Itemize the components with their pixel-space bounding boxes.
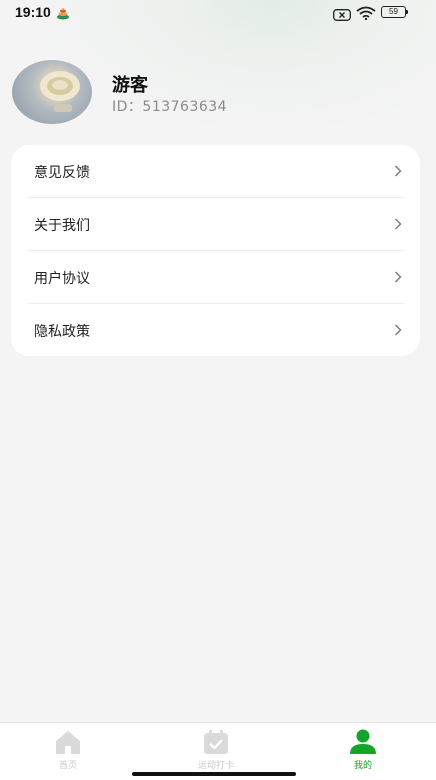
user-id: ID：513763634 bbox=[112, 99, 228, 115]
battery-level: 59 bbox=[381, 6, 406, 18]
menu-item-label: 隐私政策 bbox=[34, 324, 90, 340]
nav-tab-checkin[interactable]: 运动打卡 bbox=[176, 727, 256, 773]
nav-tab-label: 我的 bbox=[353, 761, 372, 771]
notification-app-icon bbox=[56, 5, 70, 24]
person-icon bbox=[349, 729, 377, 759]
menu-item-user-agreement[interactable]: 用户协议 bbox=[27, 251, 404, 304]
menu-item-label: 用户协议 bbox=[34, 271, 90, 287]
menu-item-feedback[interactable]: 意见反馈 bbox=[27, 145, 404, 198]
nav-tab-label: 运动打卡 bbox=[197, 761, 234, 771]
chevron-right-icon bbox=[394, 269, 402, 288]
status-time: 19:10 bbox=[15, 4, 51, 20]
battery-tip bbox=[406, 10, 408, 14]
menu-card: 意见反馈 关于我们 用户协议 隐私政策 bbox=[11, 145, 420, 356]
home-indicator[interactable] bbox=[132, 772, 296, 776]
calendar-check-icon bbox=[202, 729, 230, 759]
no-sim-icon bbox=[333, 6, 351, 25]
home-icon bbox=[54, 729, 82, 759]
avatar[interactable] bbox=[12, 60, 92, 124]
status-bar: 19:10 59 bbox=[0, 0, 436, 26]
menu-item-about-us[interactable]: 关于我们 bbox=[27, 198, 404, 251]
chevron-right-icon bbox=[394, 216, 402, 235]
wifi-icon bbox=[356, 5, 376, 24]
nav-tab-home[interactable]: 首页 bbox=[28, 727, 108, 773]
chevron-right-icon bbox=[394, 163, 402, 182]
nav-tab-mine[interactable]: 我的 bbox=[323, 727, 403, 773]
nav-tab-label: 首页 bbox=[58, 761, 77, 771]
menu-item-privacy-policy[interactable]: 隐私政策 bbox=[27, 304, 404, 357]
chevron-right-icon bbox=[394, 322, 402, 341]
battery-indicator: 59 bbox=[381, 6, 409, 18]
menu-item-label: 意见反馈 bbox=[34, 165, 90, 181]
menu-item-label: 关于我们 bbox=[34, 218, 90, 234]
username: 游客 bbox=[112, 75, 148, 96]
